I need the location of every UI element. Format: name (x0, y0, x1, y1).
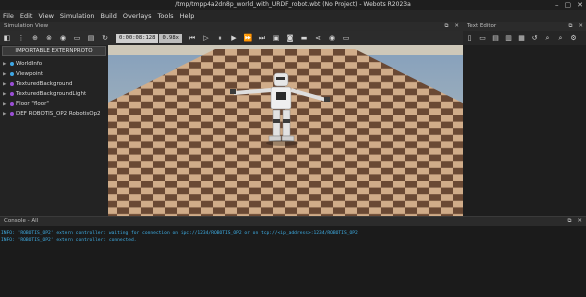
tree-item-label: Floor "floor" (16, 101, 49, 107)
minimize-icon[interactable]: – (555, 0, 559, 10)
close-panel-icon[interactable]: ✕ (577, 217, 582, 226)
open-file-icon[interactable]: ▭ (476, 31, 489, 45)
menu-overlays[interactable]: Overlays (120, 10, 155, 22)
share-icon[interactable]: ⋖ (311, 31, 325, 45)
console-line: INFO: 'ROBOTIS_OP2' extern controller: w… (1, 231, 358, 236)
menu-edit[interactable]: Edit (17, 10, 36, 22)
expand-arrow-icon[interactable]: ▶ (3, 82, 8, 87)
save-file-icon[interactable]: ▤ (489, 31, 502, 45)
expand-arrow-icon[interactable]: ▶ (3, 112, 8, 117)
menu-tools[interactable]: Tools (155, 10, 177, 22)
record-movie-icon[interactable]: ▣ (269, 31, 283, 45)
simulation-view-header: Simulation View ⧉ ✕ (0, 22, 463, 31)
close-icon[interactable]: ✕ (577, 0, 583, 10)
save-world-icon[interactable]: ▤ (84, 31, 98, 45)
simulation-view-title: Simulation View (4, 23, 49, 29)
video-icon[interactable]: ▬ (297, 31, 311, 45)
proto-node-icon (10, 82, 14, 86)
simulation-speed: 0.98x (159, 33, 182, 43)
float-panel-icon[interactable]: ⧉ (568, 22, 572, 31)
viewport-scene[interactable] (108, 45, 463, 216)
console-panel: Console - All ⧉ ✕ INFO: 'ROBOTIS_OP2' ext… (0, 216, 586, 297)
menu-file[interactable]: File (0, 10, 17, 22)
find-icon[interactable]: ⌕ (541, 31, 554, 45)
importable-externproto-button[interactable]: IMPORTABLE EXTERNPROTO (2, 46, 106, 56)
3d-viewport[interactable] (108, 45, 463, 216)
tree-item-texturedbackgroundlight[interactable]: ▶ TexturedBackgroundLight (3, 89, 107, 99)
expand-arrow-icon[interactable]: ▶ (3, 72, 8, 77)
text-editor-title: Text Editor (467, 23, 497, 29)
step-icon[interactable]: ▷ (199, 31, 213, 45)
visibility-icon[interactable]: ◉ (325, 31, 339, 45)
reset-simulation-icon[interactable]: ⏮ (185, 31, 199, 45)
simulation-toolbar: ◧ ⋮ ⊕ ⊗ ◉ ▭ ▤ ↻ 0:00:08:128 0.98x ⏮ ▷ ⏸ … (0, 31, 463, 45)
screenshot-camera-icon[interactable]: ◙ (283, 31, 297, 45)
reload-world-icon[interactable]: ↻ (98, 31, 112, 45)
tree-item-viewpoint[interactable]: ▶ Viewpoint (3, 69, 107, 79)
console-line: INFO: 'ROBOTIS_OP2' extern controller: c… (1, 238, 137, 243)
close-panel-icon[interactable]: ✕ (578, 22, 583, 31)
build-icon[interactable]: ⚙ (567, 31, 580, 45)
console-title: Console - All (4, 218, 39, 224)
console-output: INFO: 'ROBOTIS_OP2' extern controller: w… (0, 226, 586, 248)
proto-node-icon (10, 112, 14, 116)
pause-icon[interactable]: ⏸ (213, 31, 227, 45)
tree-item-label: Viewpoint (16, 71, 44, 77)
text-editor-header: Text Editor ⧉ ✕ (463, 22, 586, 31)
menu-help[interactable]: Help (177, 10, 198, 22)
menu-bar: File Edit View Simulation Build Overlays… (0, 10, 586, 22)
tree-item-label: TexturedBackgroundLight (16, 91, 87, 97)
console-header: Console - All ⧉ ✕ (0, 217, 586, 226)
more-options-icon[interactable]: ⋮ (14, 31, 28, 45)
tree-item-label: DEF ROBOTIS_OP2 RobotisOp2 (16, 111, 101, 117)
expand-arrow-icon[interactable]: ▶ (3, 92, 8, 97)
tree-item-label: WorldInfo (16, 61, 43, 67)
replace-icon[interactable]: ⌕ (554, 31, 567, 45)
text-editor-toolbar: ▯ ▭ ▤ ▥ ▦ ↺ ⌕ ⌕ ⚙ (463, 31, 586, 45)
play-icon[interactable]: ▶ (227, 31, 241, 45)
close-panel-icon[interactable]: ✕ (454, 22, 459, 31)
tree-item-robotis-op2[interactable]: ▶ DEF ROBOTIS_OP2 RobotisOp2 (3, 109, 107, 119)
maximize-icon[interactable]: ▢ (565, 0, 572, 10)
window-title: /tmp/tmpp4a2dn8p_world_with_URDF_robot.w… (175, 1, 411, 8)
menu-build[interactable]: Build (98, 10, 120, 22)
view-eye-icon[interactable]: ◉ (56, 31, 70, 45)
simulation-time: 0:00:08:128 (116, 33, 159, 43)
menu-view[interactable]: View (35, 10, 56, 22)
tree-item-label: TexturedBackground (16, 81, 73, 87)
revert-icon[interactable]: ↺ (528, 31, 541, 45)
open-world-icon[interactable]: ▭ (70, 31, 84, 45)
window-titlebar: /tmp/tmpp4a2dn8p_world_with_URDF_robot.w… (0, 0, 586, 10)
expand-arrow-icon[interactable]: ▶ (3, 102, 8, 107)
add-node-icon[interactable]: ⊕ (28, 31, 42, 45)
node-icon (10, 62, 14, 66)
text-editor-panel: Text Editor ⧉ ✕ ▯ ▭ ▤ ▥ ▦ ↺ ⌕ ⌕ ⚙ (463, 22, 586, 216)
tree-item-texturedbackground[interactable]: ▶ TexturedBackground (3, 79, 107, 89)
delete-node-icon[interactable]: ⊗ (42, 31, 56, 45)
node-icon (10, 72, 14, 76)
hide-scene-tree-icon[interactable]: ◧ (0, 31, 14, 45)
toggle-rendering-icon[interactable]: ▭ (339, 31, 353, 45)
float-panel-icon[interactable]: ⧉ (444, 22, 448, 31)
scene-tree-panel: IMPORTABLE EXTERNPROTO ▶ WorldInfo ▶ Vie… (0, 45, 108, 216)
tree-item-worldinfo[interactable]: ▶ WorldInfo (3, 59, 107, 69)
fast-forward-icon[interactable]: ⏩ (241, 31, 255, 45)
fastest-icon[interactable]: ⏭ (255, 31, 269, 45)
proto-node-icon (10, 102, 14, 106)
float-panel-icon[interactable]: ⧉ (567, 217, 571, 226)
tree-item-floor[interactable]: ▶ Floor "floor" (3, 99, 107, 109)
expand-arrow-icon[interactable]: ▶ (3, 62, 8, 67)
proto-node-icon (10, 92, 14, 96)
save-all-icon[interactable]: ▦ (515, 31, 528, 45)
menu-simulation[interactable]: Simulation (57, 10, 98, 22)
new-file-icon[interactable]: ▯ (463, 31, 476, 45)
save-as-icon[interactable]: ▥ (502, 31, 515, 45)
scene-tree-list: ▶ WorldInfo ▶ Viewpoint ▶ TexturedBackgr… (3, 59, 107, 119)
